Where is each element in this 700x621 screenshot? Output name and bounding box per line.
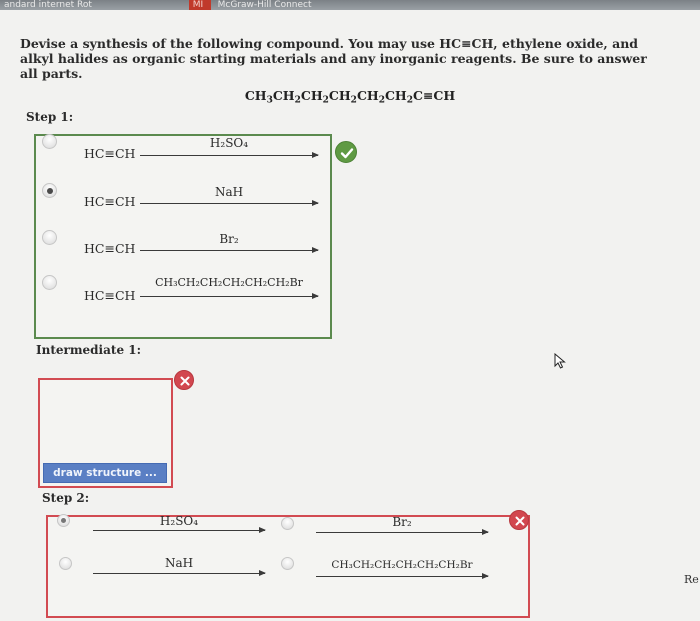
step2-option-4-reagent: CH₃CH₂CH₂CH₂CH₂CH₂Br (331, 559, 473, 571)
step2-option-3-reagent: NaH (164, 556, 194, 570)
step1-option-2-reagent: NaH (214, 185, 244, 199)
step1-option-1-radio[interactable] (42, 134, 57, 149)
step1-option-1-reactant: HC≡CH (84, 146, 136, 161)
mouse-cursor-icon (553, 352, 567, 369)
step1-option-3-arrow (140, 247, 319, 253)
step1-option-4-reactant: HC≡CH (84, 288, 136, 303)
step2-option-3-radio[interactable] (59, 557, 72, 570)
x-icon (174, 370, 194, 390)
step1-option-4-radio[interactable] (42, 275, 57, 290)
step1-option-2-arrow (140, 200, 319, 206)
step1-label: Step 1: (26, 110, 74, 124)
step2-option-2-reagent: Br₂ (392, 515, 412, 529)
browser-tab[interactable]: McGraw-Hill Connect (214, 0, 316, 10)
target-compound: CH3CH2CH2CH2CH2CH2C≡CH (244, 88, 456, 106)
step1-option-3-reactant: HC≡CH (84, 241, 136, 256)
step2-option-1-arrow (93, 527, 266, 533)
browser-tab[interactable]: andard internet Rot (0, 0, 96, 10)
question-page: Devise a synthesis of the following comp… (0, 10, 700, 621)
step2-option-2-arrow (316, 529, 489, 535)
step2-option-1-reagent: H₂SO₄ (159, 514, 199, 528)
step1-option-4-reagent: CH₃CH₂CH₂CH₂CH₂CH₂Br (155, 276, 303, 289)
step1-option-3-radio[interactable] (42, 230, 57, 245)
x-icon (509, 510, 529, 530)
step1-option-1-reagent: H₂SO₄ (209, 136, 249, 150)
step1-option-2-radio[interactable] (42, 183, 57, 198)
step1-option-2-reactant: HC≡CH (84, 194, 136, 209)
step2-option-4-arrow (316, 573, 489, 579)
step2-option-3-arrow (93, 570, 266, 576)
question-text: Devise a synthesis of the following comp… (20, 36, 647, 81)
step2-option-2-radio[interactable] (281, 517, 294, 530)
check-icon (335, 141, 357, 163)
step1-option-3-reagent: Br₂ (219, 232, 239, 246)
truncated-side-text: Re (684, 573, 699, 586)
browser-tab-red[interactable]: MI (188, 0, 211, 10)
intermediate1-label: Intermediate 1: (36, 343, 142, 357)
step2-label: Step 2: (42, 491, 90, 505)
draw-structure-button[interactable]: draw structure ... (43, 463, 167, 483)
browser-tab-bar: andard internet Rot MI McGraw-Hill Conne… (0, 0, 700, 10)
step1-option-4-arrow (140, 293, 319, 299)
step1-option-1-arrow (140, 152, 319, 158)
step2-option-1-radio[interactable] (57, 514, 70, 527)
step2-option-4-radio[interactable] (281, 557, 294, 570)
